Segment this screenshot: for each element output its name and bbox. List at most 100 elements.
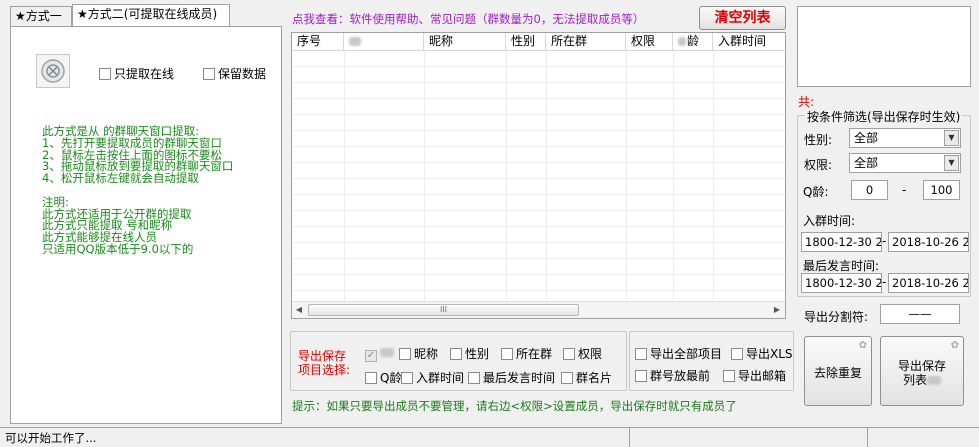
join-time-from-input[interactable]: 1800-12-30 23 (801, 232, 882, 252)
export-group-checkbox[interactable]: 所在群 (501, 345, 552, 362)
checkbox-label: 入群时间 (416, 371, 465, 385)
export-items-label: 导出保存 项目选择: (298, 349, 350, 377)
checkbox-box[interactable] (468, 372, 480, 384)
role-label: 权限: (804, 158, 833, 172)
checkbox-box[interactable] (563, 348, 575, 360)
column-header-gender[interactable]: 性别 (506, 33, 546, 50)
gender-value: 全部 (854, 131, 879, 145)
keep-data-label: 保留数据 (218, 67, 267, 81)
decor-icon: ✿ (950, 340, 959, 351)
scrollbar-thumb[interactable]: III (308, 304, 579, 316)
column-header-qage[interactable]: 龄 (673, 33, 713, 50)
export-card-name-checkbox[interactable]: 群名片 (561, 369, 612, 386)
checkbox-box[interactable] (501, 348, 513, 360)
blurred-text (927, 376, 941, 385)
chevron-down-icon[interactable]: ▼ (944, 155, 959, 171)
group-number-first-checkbox[interactable]: 群号放最前 (635, 367, 710, 384)
qage-max-input[interactable]: 100 (923, 180, 960, 200)
status-bar: 可以开始工作了... (0, 427, 979, 447)
blurred-text (678, 37, 686, 46)
gender-label: 性别: (804, 133, 833, 147)
status-text: 可以开始工作了... (5, 431, 97, 445)
tab-method-two-label: ★方式二(可提取在线成员) (77, 7, 218, 21)
checkbox-label: 权限 (578, 347, 603, 361)
checkbox-label: 群号放最前 (650, 369, 711, 383)
tab-method-one[interactable]: ★方式一 (10, 6, 72, 26)
method-two-panel: 只提取在线 保留数据 此方式是从 的群聊天窗口提取: 1、先打开要提取成员的群聊… (10, 26, 282, 424)
table-grid (292, 51, 785, 301)
export-join-time-checkbox[interactable]: 入群时间 (401, 369, 464, 386)
join-time-to-input[interactable]: 2018-10-26 23 (888, 232, 969, 252)
column-header-index[interactable]: 序号 (292, 33, 344, 50)
export-last-speak-checkbox[interactable]: 最后发言时间 (468, 369, 555, 386)
join-time-separator: - (882, 234, 887, 248)
checkbox-label: 最后发言时间 (483, 371, 556, 385)
dedupe-label: 去除重复 (813, 366, 862, 380)
column-header-role[interactable]: 权限 (626, 33, 673, 50)
scroll-left-icon[interactable]: ◀ (294, 305, 304, 315)
group-info-box[interactable] (797, 6, 971, 87)
only-online-checkbox[interactable]: 只提取在线 (99, 65, 174, 82)
horizontal-scrollbar[interactable]: ◀ III ▶ (292, 301, 785, 318)
filter-title: 按条件筛选(导出保存时生效) (805, 108, 963, 125)
checkbox-box[interactable] (203, 68, 215, 80)
last-speak-label: 最后发言时间: (803, 259, 880, 273)
separator-input[interactable]: —— (880, 304, 960, 324)
checkbox-label: 性别 (465, 347, 490, 361)
export-all-checkbox[interactable]: 导出全部项目 (635, 345, 722, 362)
export-save-label: 导出保存 列表 (897, 359, 946, 387)
dedupe-button[interactable]: ✿ 去除重复 (804, 336, 872, 406)
export-email-checkbox[interactable]: 导出邮箱 (723, 367, 786, 384)
checkbox-box[interactable] (365, 372, 377, 384)
checkbox-box[interactable] (401, 372, 413, 384)
checkbox-box[interactable] (723, 370, 735, 382)
checkbox-box[interactable] (731, 348, 743, 360)
table-header: 序号 昵称 性别 所在群 权限 龄 入群时间 (292, 33, 785, 51)
checkbox-label: 群名片 (576, 371, 613, 385)
qage-min-input[interactable]: 0 (851, 180, 888, 200)
instruction-line: 4、松开鼠标左键就会自动提取 (42, 171, 199, 186)
column-header-group[interactable]: 所在群 (546, 33, 626, 50)
column-header-qq[interactable] (344, 33, 424, 50)
last-speak-from-input[interactable]: 1800-12-30 23 (801, 273, 882, 293)
clear-list-button[interactable]: 清空列表 (699, 6, 786, 30)
checkbox-box[interactable]: ✓ (365, 350, 377, 362)
blurred-text (380, 348, 394, 357)
column-header-join-time[interactable]: 入群时间 (713, 33, 785, 50)
chevron-down-icon[interactable]: ▼ (944, 130, 959, 146)
last-speak-to-input[interactable]: 2018-10-26 23 (888, 273, 969, 293)
checkbox-box[interactable] (635, 348, 647, 360)
export-qage-checkbox[interactable]: Q龄 (365, 369, 401, 386)
scroll-right-icon[interactable]: ▶ (772, 305, 782, 315)
checkbox-label: 导出全部项目 (650, 347, 723, 361)
checkbox-box[interactable] (399, 348, 411, 360)
export-nickname-checkbox[interactable]: 昵称 (399, 345, 438, 362)
scrollbar-grip: III (439, 305, 448, 314)
checkbox-box[interactable] (635, 370, 647, 382)
gender-select[interactable]: 全部 ▼ (849, 128, 961, 148)
tab-method-two[interactable]: ★方式二(可提取在线成员) (72, 4, 230, 27)
role-select[interactable]: 全部 ▼ (849, 153, 961, 173)
checkbox-box[interactable] (450, 348, 462, 360)
export-qq-checkbox[interactable]: ✓ (365, 345, 394, 362)
keep-data-checkbox[interactable]: 保留数据 (203, 65, 266, 82)
checkbox-label: 导出XLS (746, 347, 793, 361)
decor-icon: ✿ (858, 340, 867, 351)
drag-target-icon[interactable] (36, 54, 70, 88)
qage-range-dash: - (902, 183, 907, 197)
qage-label: Q龄: (803, 185, 829, 199)
member-table[interactable]: 序号 昵称 性别 所在群 权限 龄 入群时间 ◀ III ▶ (291, 32, 786, 319)
export-label-line: 导出保存 (298, 349, 347, 363)
checkbox-box[interactable] (561, 372, 573, 384)
checkbox-box[interactable] (99, 68, 111, 80)
export-gender-checkbox[interactable]: 性别 (450, 345, 489, 362)
instruction-line (42, 185, 233, 197)
last-speak-separator: - (882, 275, 887, 289)
column-header-nickname[interactable]: 昵称 (424, 33, 506, 50)
checkbox-label: 昵称 (414, 347, 439, 361)
export-save-button[interactable]: ✿ 导出保存 列表 (880, 336, 964, 406)
export-role-checkbox[interactable]: 权限 (563, 345, 602, 362)
help-link[interactable]: 点我查看：软件使用帮助、常见问题（群数量为0，无法提取成员等） (292, 11, 644, 27)
export-xls-checkbox[interactable]: 导出XLS (731, 345, 793, 362)
role-value: 全部 (854, 156, 879, 170)
